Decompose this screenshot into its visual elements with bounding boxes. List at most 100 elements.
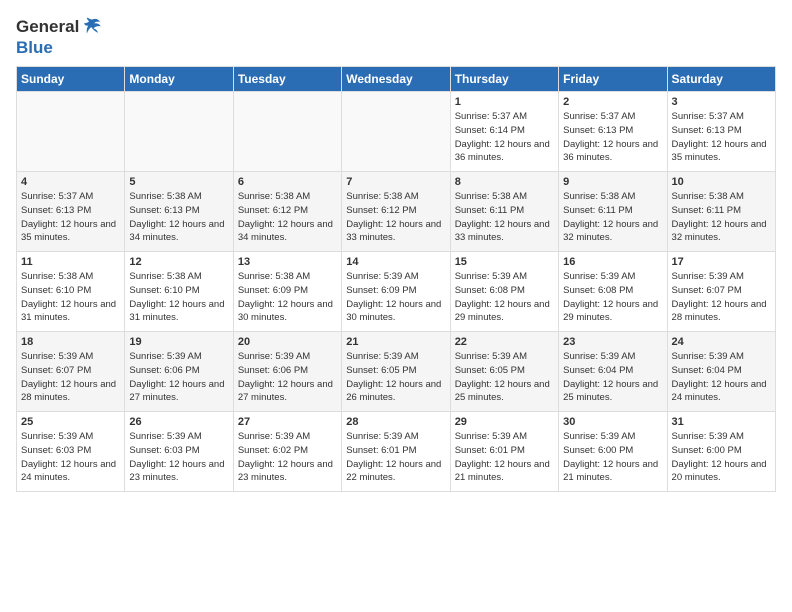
daylight-label: Daylight: 12 hours and 34 minutes.	[238, 218, 337, 246]
sunrise-text: Sunrise: 5:37 AM	[455, 110, 554, 124]
day-content: Sunrise: 5:39 AMSunset: 6:05 PMDaylight:…	[455, 350, 554, 405]
day-content: Sunrise: 5:38 AMSunset: 6:12 PMDaylight:…	[238, 190, 337, 245]
sunrise-text: Sunrise: 5:38 AM	[672, 190, 771, 204]
calendar-cell: 23Sunrise: 5:39 AMSunset: 6:04 PMDayligh…	[559, 332, 667, 412]
sunset-text: Sunset: 6:09 PM	[238, 284, 337, 298]
sunrise-text: Sunrise: 5:39 AM	[563, 430, 662, 444]
day-number: 11	[21, 256, 120, 268]
logo-bird-icon	[81, 16, 103, 38]
sunrise-text: Sunrise: 5:39 AM	[346, 350, 445, 364]
sunset-text: Sunset: 6:12 PM	[346, 204, 445, 218]
sunrise-text: Sunrise: 5:39 AM	[346, 430, 445, 444]
logo: General Blue	[16, 16, 103, 58]
calendar-cell: 7Sunrise: 5:38 AMSunset: 6:12 PMDaylight…	[342, 172, 450, 252]
sunset-text: Sunset: 6:11 PM	[563, 204, 662, 218]
day-number: 29	[455, 416, 554, 428]
day-number: 3	[672, 96, 771, 108]
daylight-label: Daylight: 12 hours and 21 minutes.	[563, 458, 662, 486]
day-content: Sunrise: 5:39 AMSunset: 6:04 PMDaylight:…	[563, 350, 662, 405]
calendar-cell: 25Sunrise: 5:39 AMSunset: 6:03 PMDayligh…	[17, 412, 125, 492]
sunset-text: Sunset: 6:10 PM	[21, 284, 120, 298]
day-content: Sunrise: 5:38 AMSunset: 6:13 PMDaylight:…	[129, 190, 228, 245]
sunset-text: Sunset: 6:00 PM	[672, 444, 771, 458]
calendar-cell	[233, 92, 341, 172]
day-content: Sunrise: 5:37 AMSunset: 6:13 PMDaylight:…	[563, 110, 662, 165]
calendar-cell: 6Sunrise: 5:38 AMSunset: 6:12 PMDaylight…	[233, 172, 341, 252]
sunrise-text: Sunrise: 5:38 AM	[238, 270, 337, 284]
day-content: Sunrise: 5:39 AMSunset: 6:01 PMDaylight:…	[346, 430, 445, 485]
day-content: Sunrise: 5:38 AMSunset: 6:10 PMDaylight:…	[129, 270, 228, 325]
sunset-text: Sunset: 6:12 PM	[238, 204, 337, 218]
calendar-cell: 9 Sunrise: 5:38 AMSunset: 6:11 PMDaylight…	[559, 172, 667, 252]
day-content: Sunrise: 5:39 AMSunset: 6:07 PMDaylight:…	[672, 270, 771, 325]
day-number: 7	[346, 176, 445, 188]
daylight-label: Daylight: 12 hours and 28 minutes.	[21, 378, 120, 406]
calendar-week-row: 18Sunrise: 5:39 AMSunset: 6:07 PMDayligh…	[17, 332, 776, 412]
day-content: Sunrise: 5:39 AMSunset: 6:08 PMDaylight:…	[563, 270, 662, 325]
calendar-cell	[125, 92, 233, 172]
day-content: Sunrise: 5:39 AMSunset: 6:03 PMDaylight:…	[129, 430, 228, 485]
sunrise-text: Sunrise: 5:37 AM	[563, 110, 662, 124]
sunset-text: Sunset: 6:04 PM	[672, 364, 771, 378]
sunrise-text: Sunrise: 5:38 AM	[346, 190, 445, 204]
day-number: 21	[346, 336, 445, 348]
calendar-cell: 8Sunrise: 5:38 AMSunset: 6:11 PMDaylight…	[450, 172, 558, 252]
calendar-week-row: 4Sunrise: 5:37 AMSunset: 6:13 PMDaylight…	[17, 172, 776, 252]
daylight-label: Daylight: 12 hours and 28 minutes.	[672, 298, 771, 326]
calendar-cell: 12Sunrise: 5:38 AMSunset: 6:10 PMDayligh…	[125, 252, 233, 332]
calendar-cell: 22Sunrise: 5:39 AMSunset: 6:05 PMDayligh…	[450, 332, 558, 412]
sunrise-text: Sunrise: 5:39 AM	[672, 270, 771, 284]
daylight-label: Daylight: 12 hours and 21 minutes.	[455, 458, 554, 486]
sunrise-text: Sunrise: 5:39 AM	[238, 350, 337, 364]
daylight-label: Daylight: 12 hours and 31 minutes.	[21, 298, 120, 326]
calendar-cell: 13Sunrise: 5:38 AMSunset: 6:09 PMDayligh…	[233, 252, 341, 332]
daylight-label: Daylight: 12 hours and 23 minutes.	[238, 458, 337, 486]
day-number: 17	[672, 256, 771, 268]
day-content: Sunrise: 5:38 AMSunset: 6:11 PMDaylight:…	[563, 190, 662, 245]
sunrise-text: Sunrise: 5:39 AM	[238, 430, 337, 444]
col-saturday: Saturday	[667, 67, 775, 92]
day-content: Sunrise: 5:38 AMSunset: 6:10 PMDaylight:…	[21, 270, 120, 325]
calendar-cell: 24Sunrise: 5:39 AMSunset: 6:04 PMDayligh…	[667, 332, 775, 412]
daylight-label: Daylight: 12 hours and 20 minutes.	[672, 458, 771, 486]
day-content: Sunrise: 5:39 AMSunset: 6:02 PMDaylight:…	[238, 430, 337, 485]
sunset-text: Sunset: 6:10 PM	[129, 284, 228, 298]
col-monday: Monday	[125, 67, 233, 92]
day-number: 19	[129, 336, 228, 348]
day-content: Sunrise: 5:39 AMSunset: 6:06 PMDaylight:…	[129, 350, 228, 405]
daylight-label: Daylight: 12 hours and 35 minutes.	[21, 218, 120, 246]
calendar-cell: 17 Sunrise: 5:39 AMSunset: 6:07 PMDayligh…	[667, 252, 775, 332]
daylight-label: Daylight: 12 hours and 24 minutes.	[672, 378, 771, 406]
calendar-cell: 21Sunrise: 5:39 AMSunset: 6:05 PMDayligh…	[342, 332, 450, 412]
day-number: 16	[563, 256, 662, 268]
sunrise-text: Sunrise: 5:37 AM	[672, 110, 771, 124]
calendar-cell	[342, 92, 450, 172]
day-number: 9	[563, 176, 662, 188]
sunrise-text: Sunrise: 5:39 AM	[672, 350, 771, 364]
daylight-label: Daylight: 12 hours and 35 minutes.	[672, 138, 771, 166]
sunset-text: Sunset: 6:14 PM	[455, 124, 554, 138]
calendar-cell: 11 Sunrise: 5:38 AMSunset: 6:10 PMDayligh…	[17, 252, 125, 332]
page-header: General Blue	[16, 16, 776, 58]
calendar-cell: 30Sunrise: 5:39 AMSunset: 6:00 PMDayligh…	[559, 412, 667, 492]
day-content: Sunrise: 5:37 AMSunset: 6:13 PMDaylight:…	[21, 190, 120, 245]
sunset-text: Sunset: 6:11 PM	[672, 204, 771, 218]
day-content: Sunrise: 5:39 AMSunset: 6:06 PMDaylight:…	[238, 350, 337, 405]
sunrise-text: Sunrise: 5:39 AM	[21, 350, 120, 364]
sunset-text: Sunset: 6:06 PM	[129, 364, 228, 378]
calendar-cell: 5Sunrise: 5:38 AMSunset: 6:13 PMDaylight…	[125, 172, 233, 252]
day-content: Sunrise: 5:38 AMSunset: 6:11 PMDaylight:…	[672, 190, 771, 245]
sunset-text: Sunset: 6:03 PM	[21, 444, 120, 458]
sunset-text: Sunset: 6:13 PM	[129, 204, 228, 218]
daylight-label: Daylight: 12 hours and 32 minutes.	[672, 218, 771, 246]
day-content: Sunrise: 5:37 AMSunset: 6:13 PMDaylight:…	[672, 110, 771, 165]
daylight-label: Daylight: 12 hours and 30 minutes.	[238, 298, 337, 326]
calendar-table: Sunday Monday Tuesday Wednesday Thursday…	[16, 66, 776, 492]
day-content: Sunrise: 5:38 AMSunset: 6:11 PMDaylight:…	[455, 190, 554, 245]
calendar-cell: 4Sunrise: 5:37 AMSunset: 6:13 PMDaylight…	[17, 172, 125, 252]
day-number: 1	[455, 96, 554, 108]
calendar-cell: 28Sunrise: 5:39 AMSunset: 6:01 PMDayligh…	[342, 412, 450, 492]
day-number: 20	[238, 336, 337, 348]
day-content: Sunrise: 5:39 AMSunset: 6:07 PMDaylight:…	[21, 350, 120, 405]
day-number: 14	[346, 256, 445, 268]
